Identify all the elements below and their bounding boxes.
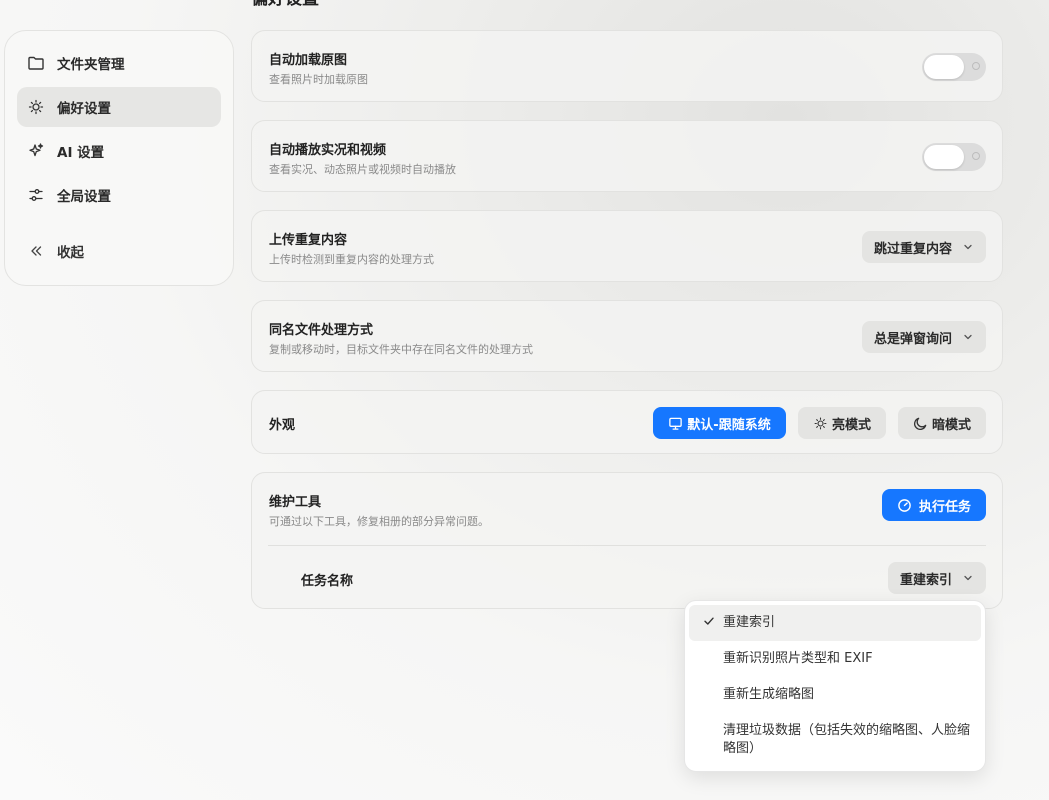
divider (268, 545, 986, 546)
check-icon (703, 615, 715, 633)
appearance-option-label: 默认-跟随系统 (687, 417, 771, 433)
sidebar-item-folders[interactable]: 文件夹管理 (17, 43, 221, 83)
setting-upload-duplicate: 上传重复内容 上传时检测到重复内容的处理方式 跳过重复内容 (251, 210, 1003, 282)
dropdown-option-clean-garbage[interactable]: 清理垃圾数据（包括失效的缩略图、人脸缩略图） (685, 713, 985, 767)
dropdown-option-rebuild-index[interactable]: 重建索引 (689, 605, 981, 641)
chevron-down-icon (962, 331, 974, 343)
run-task-button[interactable]: 执行任务 (882, 489, 986, 521)
sparkle-icon (27, 142, 45, 160)
setting-title: 上传重复内容 (269, 233, 348, 248)
sidebar-item-label: 全局设置 (57, 189, 111, 205)
moon-icon (913, 416, 928, 431)
appearance-dark-button[interactable]: 暗模式 (898, 407, 986, 439)
same-name-select[interactable]: 总是弹窗询问 (861, 321, 986, 353)
setting-subtitle: 查看实况、动态照片或视频时自动播放 (269, 163, 456, 176)
page-title: 偏好设置 (251, 0, 319, 10)
setting-auto-load-original: 自动加载原图 查看照片时加载原图 (251, 30, 1003, 102)
run-task-label: 执行任务 (918, 499, 971, 515)
sidebar-item-label: AI 设置 (57, 145, 105, 161)
toggle-knob (924, 145, 964, 169)
appearance-option-label: 暗模式 (931, 417, 971, 433)
sidebar-item-label: 偏好设置 (57, 101, 111, 117)
sidebar-item-ai[interactable]: AI 设置 (17, 131, 221, 171)
setting-auto-play-live: 自动播放实况和视频 查看实况、动态照片或视频时自动播放 (251, 120, 1003, 192)
dropdown-option-label: 重新生成缩略图 (723, 687, 815, 702)
setting-title: 同名文件处理方式 (269, 323, 374, 338)
dropdown-option-reidentify-exif[interactable]: 重新识别照片类型和 EXIF (685, 641, 985, 677)
setting-appearance: 外观 默认-跟随系统 亮模式 暗模式 (251, 390, 1003, 454)
dropdown-option-regenerate-thumbnails[interactable]: 重新生成缩略图 (685, 677, 985, 713)
setting-title: 自动加载原图 (269, 53, 348, 68)
task-select[interactable]: 重建索引 (887, 562, 986, 594)
setting-subtitle: 上传时检测到重复内容的处理方式 (269, 253, 434, 266)
setting-title: 自动播放实况和视频 (269, 143, 387, 158)
toggle-off-indicator (972, 152, 980, 160)
select-value: 重建索引 (899, 572, 952, 588)
sun-icon (27, 98, 45, 116)
setting-subtitle: 可通过以下工具，修复相册的部分异常问题。 (269, 515, 489, 528)
task-name-label: 任务名称 (301, 574, 354, 589)
toggle-off-indicator (972, 62, 980, 70)
gauge-icon (897, 498, 912, 513)
appearance-system-button[interactable]: 默认-跟随系统 (653, 407, 786, 439)
sidebar-collapse-button[interactable]: 收起 (17, 231, 221, 271)
task-dropdown-menu: 重建索引 重新识别照片类型和 EXIF 重新生成缩略图 清理垃圾数据（包括失效的… (684, 600, 986, 772)
dropdown-option-label: 重建索引 (723, 615, 776, 630)
setting-maintenance: 维护工具 可通过以下工具，修复相册的部分异常问题。 执行任务 任务名称 重建索引 (251, 472, 1003, 609)
select-value: 总是弹窗询问 (873, 331, 952, 347)
sidebar-item-global[interactable]: 全局设置 (17, 175, 221, 215)
collapse-label: 收起 (57, 245, 84, 261)
dropdown-option-label: 清理垃圾数据（包括失效的缩略图、人脸缩略图） (723, 723, 971, 756)
upload-duplicate-select[interactable]: 跳过重复内容 (861, 231, 986, 263)
toggle-knob (924, 55, 964, 79)
select-value: 跳过重复内容 (873, 241, 952, 257)
sidebar-item-preferences[interactable]: 偏好设置 (17, 87, 221, 127)
auto-load-original-toggle[interactable] (922, 53, 986, 81)
sliders-icon (27, 186, 45, 204)
sun-icon (813, 416, 828, 431)
double-chevron-left-icon (27, 242, 45, 260)
setting-subtitle: 复制或移动时，目标文件夹中存在同名文件的处理方式 (269, 343, 533, 356)
folder-icon (27, 54, 45, 72)
appearance-option-label: 亮模式 (831, 417, 871, 433)
auto-play-live-toggle[interactable] (922, 143, 986, 171)
setting-subtitle: 查看照片时加载原图 (269, 73, 368, 86)
sidebar: 文件夹管理 偏好设置 AI 设置 全局设置 收起 (4, 30, 234, 286)
setting-title: 维护工具 (269, 495, 322, 510)
monitor-icon (668, 416, 683, 431)
sidebar-item-label: 文件夹管理 (57, 57, 125, 73)
setting-same-name: 同名文件处理方式 复制或移动时，目标文件夹中存在同名文件的处理方式 总是弹窗询问 (251, 300, 1003, 372)
chevron-down-icon (962, 241, 974, 253)
setting-title: 外观 (269, 418, 296, 433)
chevron-down-icon (962, 572, 974, 584)
appearance-light-button[interactable]: 亮模式 (798, 407, 886, 439)
dropdown-option-label: 重新识别照片类型和 EXIF (723, 651, 873, 666)
